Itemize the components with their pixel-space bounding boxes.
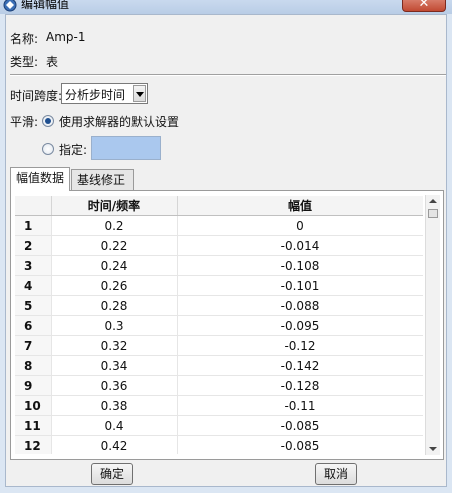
vertical-scrollbar[interactable] [425, 195, 440, 455]
type-label: 类型: [10, 55, 39, 69]
table-row[interactable]: 3 0.24 -0.108 [15, 255, 423, 276]
time-cell[interactable]: 0.26 [51, 275, 178, 296]
amplitude-cell[interactable]: -0.095 [177, 315, 423, 336]
time-cell[interactable]: 0.22 [51, 235, 178, 256]
table-row[interactable]: 4 0.26 -0.101 [15, 275, 423, 296]
time-cell[interactable]: 0.42 [51, 435, 178, 454]
smoothing-label: 平滑: [10, 115, 39, 129]
table-row[interactable]: 1 0.2 0 [15, 215, 423, 236]
smoothing-input[interactable] [91, 136, 161, 160]
row-number: 6 [15, 315, 52, 336]
row-number: 1 [15, 215, 52, 236]
amplitude-cell[interactable]: -0.11 [177, 395, 423, 416]
cancel-button[interactable]: 取消 [315, 463, 357, 485]
amplitude-cell[interactable]: 0 [177, 215, 423, 236]
row-number: 4 [15, 275, 52, 296]
ok-button[interactable]: 确定 [91, 463, 133, 485]
row-number: 2 [15, 235, 52, 256]
row-number: 8 [15, 355, 52, 376]
table-row[interactable]: 10 0.38 -0.11 [15, 395, 423, 416]
close-button[interactable]: ✕ [402, 0, 446, 12]
tab-baseline-correction-label: 基线修正 [77, 173, 126, 187]
time-cell[interactable]: 0.28 [51, 295, 178, 316]
type-value: 表 [46, 55, 59, 69]
time-span-label: 时间跨度: [10, 89, 63, 103]
amplitude-cell[interactable]: -0.108 [177, 255, 423, 276]
radio-default[interactable] [42, 115, 54, 127]
radio-specify-label: 指定: [59, 143, 88, 157]
row-number: 12 [15, 435, 52, 454]
tab-amplitude-data[interactable]: 幅值数据 [10, 167, 70, 191]
app-icon [3, 0, 17, 12]
time-cell[interactable]: 0.4 [51, 415, 178, 436]
time-cell[interactable]: 0.38 [51, 395, 178, 416]
ok-button-label: 确定 [99, 467, 124, 481]
amplitude-cell[interactable]: -0.085 [177, 415, 423, 436]
table-row[interactable]: 2 0.22 -0.014 [15, 235, 423, 256]
row-number: 7 [15, 335, 52, 356]
window-title: 编辑幅值 [21, 0, 70, 11]
time-cell[interactable]: 0.36 [51, 375, 178, 396]
time-cell[interactable]: 0.24 [51, 255, 178, 276]
table-header: 时间/频率 幅值 [15, 196, 423, 216]
time-span-select[interactable]: 分析步时间 [61, 83, 148, 104]
name-label: 名称: [10, 32, 39, 46]
data-table[interactable]: 时间/频率 幅值 1 0.2 0 2 0.22 -0.014 3 0.24 -0.108 4 0.2… [15, 196, 423, 454]
radio-specify[interactable] [42, 143, 54, 155]
table-row[interactable]: 8 0.34 -0.142 [15, 355, 423, 376]
table-row[interactable]: 6 0.3 -0.095 [15, 315, 423, 336]
time-cell[interactable]: 0.2 [51, 215, 178, 236]
amplitude-cell[interactable]: -0.014 [177, 235, 423, 256]
amplitude-cell[interactable]: -0.088 [177, 295, 423, 316]
table-row[interactable]: 7 0.32 -0.12 [15, 335, 423, 356]
row-number: 11 [15, 415, 52, 436]
column-header-time: 时间/频率 [51, 196, 178, 216]
amplitude-data-panel: 时间/频率 幅值 1 0.2 0 2 0.22 -0.014 3 0.24 -0.108 4 0.2… [10, 190, 444, 460]
chevron-down-icon[interactable] [133, 85, 146, 102]
tab-baseline-correction[interactable]: 基线修正 [71, 169, 134, 191]
row-number: 5 [15, 295, 52, 316]
scroll-thumb[interactable] [428, 209, 438, 218]
amplitude-cell[interactable]: -0.142 [177, 355, 423, 376]
title-bar[interactable]: 编辑幅值 ✕ [0, 0, 452, 14]
table-row[interactable]: 5 0.28 -0.088 [15, 295, 423, 316]
amplitude-cell[interactable]: -0.12 [177, 335, 423, 356]
column-header-index [15, 196, 52, 216]
row-number: 3 [15, 255, 52, 276]
scroll-down-icon[interactable] [429, 447, 437, 451]
name-value: Amp-1 [46, 30, 86, 44]
row-number: 10 [15, 395, 52, 416]
cancel-button-label: 取消 [323, 467, 348, 481]
row-number: 9 [15, 375, 52, 396]
table-row[interactable]: 11 0.4 -0.085 [15, 415, 423, 436]
divider [10, 74, 446, 76]
radio-default-label: 使用求解器的默认设置 [59, 115, 180, 129]
time-cell[interactable]: 0.34 [51, 355, 178, 376]
time-span-value: 分析步时间 [65, 88, 126, 102]
close-icon: ✕ [418, 0, 430, 11]
dialog-body: 名称: Amp-1 类型: 表 时间跨度: 分析步时间 平滑: 使用求解器的默认… [5, 14, 447, 487]
amplitude-cell[interactable]: -0.128 [177, 375, 423, 396]
time-cell[interactable]: 0.3 [51, 315, 178, 336]
time-cell[interactable]: 0.32 [51, 335, 178, 356]
table-row[interactable]: 9 0.36 -0.128 [15, 375, 423, 396]
scroll-up-icon[interactable] [429, 199, 437, 203]
table-row[interactable]: 12 0.42 -0.085 [15, 435, 423, 454]
column-header-amplitude: 幅值 [177, 196, 423, 216]
amplitude-cell[interactable]: -0.085 [177, 435, 423, 454]
tab-amplitude-data-label: 幅值数据 [16, 171, 65, 185]
amplitude-cell[interactable]: -0.101 [177, 275, 423, 296]
